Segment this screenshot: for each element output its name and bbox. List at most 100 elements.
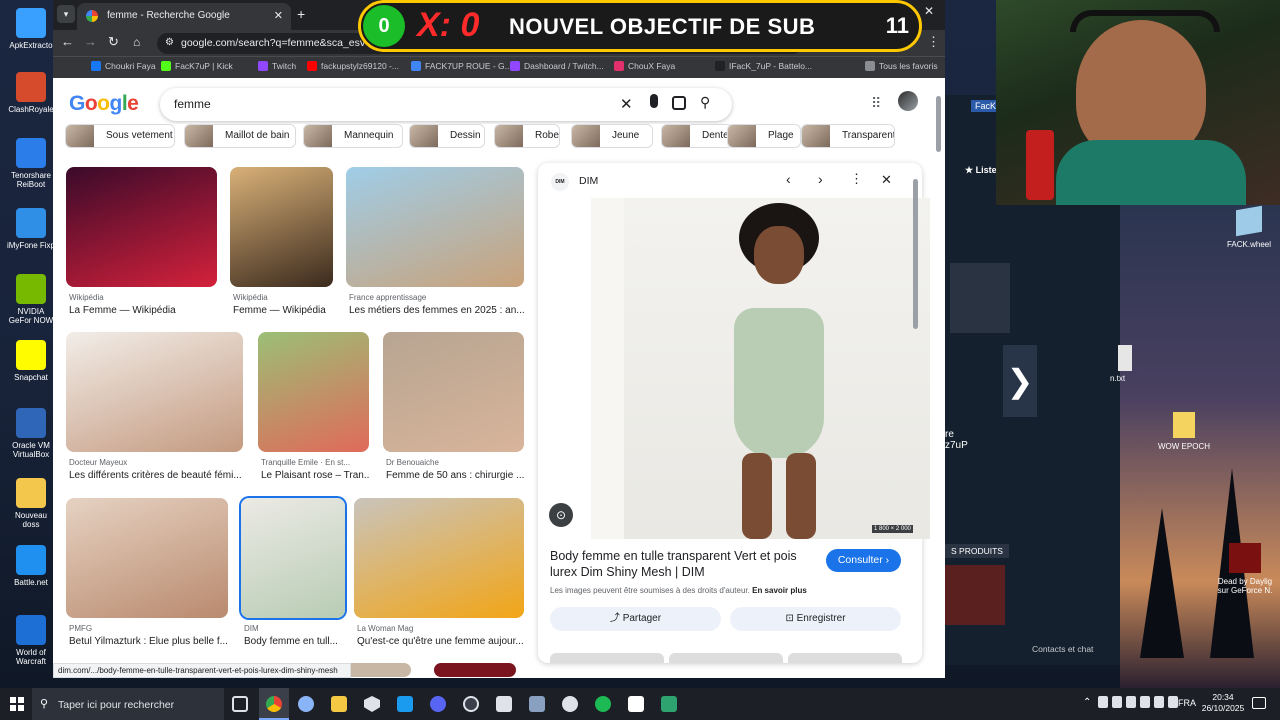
result-title[interactable]: La Femme — Wikipédia	[69, 305, 218, 316]
spotify-icon[interactable]	[595, 696, 611, 712]
system-tray-icons[interactable]	[1098, 696, 1188, 710]
close-window-icon[interactable]: ✕	[924, 4, 934, 18]
result-source[interactable]: DIM	[244, 624, 259, 633]
filter-chip[interactable]: Dessin	[409, 124, 485, 148]
filter-chip[interactable]: Transparent	[801, 124, 895, 148]
home-icon[interactable]: ⌂	[133, 35, 140, 49]
related-image-thumb[interactable]	[669, 653, 783, 663]
windows-start-icon[interactable]	[10, 697, 24, 711]
bookmark-item[interactable]: Twitch	[258, 61, 296, 71]
taskbar-chrome-active[interactable]	[259, 688, 289, 720]
save-button[interactable]: ⊡ Enregistrer	[730, 607, 901, 631]
filter-chip[interactable]: Jeune	[571, 124, 653, 148]
result-source[interactable]: Dr Benouaiche	[386, 458, 439, 467]
language-indicator[interactable]: FRA	[1178, 698, 1196, 708]
tab-active[interactable]: femme - Recherche Google ✕	[77, 3, 291, 30]
result-source[interactable]: Wikipédia	[233, 293, 268, 302]
result-title[interactable]: Le Plaisant rose – Tran...	[261, 470, 370, 481]
filter-chip[interactable]: Mannequin	[303, 124, 403, 148]
panel-scrollbar[interactable]	[913, 179, 918, 329]
apps-grid-icon[interactable]	[61, 60, 73, 72]
file-explorer-icon[interactable]	[331, 696, 347, 712]
result-title[interactable]: Femme — Wikipédia	[233, 305, 334, 316]
share-button[interactable]: ⤴ Partager	[550, 607, 721, 631]
discord-icon[interactable]	[430, 696, 446, 712]
page-scrollbar[interactable]	[936, 96, 941, 152]
lens-search-icon[interactable]	[672, 96, 686, 110]
filter-chip[interactable]: Dentelle	[661, 124, 733, 148]
filter-chip[interactable]: Plage	[727, 124, 801, 148]
bookmark-item[interactable]: FACK7UP ROUE - G...	[411, 61, 512, 71]
desktop-icon[interactable]: Tenorshare ReiBoot	[6, 138, 56, 189]
tab-search-icon[interactable]: ▾	[57, 5, 75, 23]
bookmark-item[interactable]: IFacK_7uP - Battelo...	[715, 61, 812, 71]
background-window-contacts[interactable]: Contacts et chat	[1032, 644, 1093, 654]
search-icon[interactable]: ⚲	[700, 94, 710, 111]
result-image[interactable]	[66, 498, 228, 618]
bookmark-item[interactable]: fackupstylz69120 -...	[307, 61, 399, 71]
desktop-icon[interactable]: NVIDIA GeFor NOW	[6, 274, 56, 325]
search-input[interactable]: femme	[174, 97, 211, 111]
desktop-icon[interactable]: Battle.net	[6, 545, 56, 587]
result-image[interactable]	[258, 332, 369, 452]
result-image[interactable]	[66, 332, 243, 452]
clock[interactable]: 20:34 26/10/2025	[1198, 692, 1248, 714]
desktop-icon[interactable]: ClashRoyale	[6, 72, 56, 114]
panel-source[interactable]: DIM	[579, 175, 598, 187]
account-avatar[interactable]	[898, 91, 918, 111]
close-tab-icon[interactable]: ✕	[274, 9, 283, 22]
filter-chip[interactable]: Sous vetement	[65, 124, 175, 148]
result-source[interactable]: La Woman Mag	[357, 624, 413, 633]
related-image-thumb[interactable]	[550, 653, 664, 663]
forward-icon[interactable]: →	[84, 34, 97, 49]
desktop-icon[interactable]: Snapchat	[6, 340, 56, 382]
desktop-icon[interactable]: Oracle VM VirtualBox	[6, 408, 56, 459]
xbox-icon[interactable]	[562, 696, 578, 712]
result-title[interactable]: Femme de 50 ans : chirurgie ...	[386, 470, 525, 481]
result-source[interactable]: PMFG	[69, 624, 92, 633]
result-title[interactable]: Les métiers des femmes en 2025 : an...	[349, 305, 525, 316]
text-file-icon[interactable]	[1118, 345, 1132, 371]
desktop-icon-fack-wheel[interactable]: FACK.wheel	[1224, 205, 1274, 249]
chrome-menu-icon[interactable]: ⋮	[927, 34, 940, 50]
google-logo[interactable]: Google	[69, 92, 139, 116]
security-shield-icon[interactable]	[364, 696, 380, 712]
desktop-icon[interactable]: World of Warcraft	[6, 615, 56, 666]
result-source[interactable]: Wikipédia	[69, 293, 104, 302]
filter-chip[interactable]: Maillot de bain	[184, 124, 296, 148]
related-image-thumb[interactable]	[788, 653, 902, 663]
result-title[interactable]: Body femme en tull...	[244, 636, 346, 647]
back-icon[interactable]: ←	[61, 34, 74, 49]
filter-chip[interactable]: Robe	[494, 124, 560, 148]
next-image-icon[interactable]: ›	[818, 171, 823, 187]
result-image[interactable]	[354, 498, 524, 618]
learn-more-link[interactable]: En savoir plus	[752, 586, 807, 595]
desktop-icon-wow-epoch[interactable]: WOW EPOCH	[1154, 412, 1214, 451]
desktop-icon[interactable]: Nouveau doss	[6, 478, 56, 529]
site-info-icon[interactable]: ⚙	[165, 37, 174, 48]
result-title[interactable]: Qu'est-ce qu'être une femme aujour...	[357, 636, 525, 647]
show-hidden-icons[interactable]: ⌃	[1083, 697, 1091, 708]
result-source[interactable]: Tranquille Emile · En st...	[261, 458, 350, 467]
result-source[interactable]: France apprentissage	[349, 293, 426, 302]
search-box[interactable]: femme ✕ ⚲	[160, 88, 732, 121]
result-title[interactable]: Betul Yilmazturk : Élue plus belle f...	[69, 636, 229, 647]
steam-icon[interactable]	[397, 696, 413, 712]
result-image[interactable]	[346, 167, 524, 287]
preview-image[interactable]	[624, 198, 930, 539]
google-apps-icon[interactable]: ⠿	[871, 95, 881, 112]
panel-title[interactable]: Body femme en tulle transparent Vert et …	[550, 548, 810, 580]
result-image[interactable]	[66, 167, 217, 287]
bookmark-item[interactable]: Choukri Faya	[91, 61, 156, 71]
bookmark-item[interactable]: Dashboard / Twitch...	[510, 61, 604, 71]
more-options-icon[interactable]: ⋮	[850, 171, 863, 187]
result-image[interactable]	[383, 332, 524, 452]
notion-icon[interactable]	[628, 696, 644, 712]
lens-visual-search-icon[interactable]: ⊙	[549, 503, 573, 527]
previous-image-icon[interactable]: ‹	[786, 171, 791, 187]
notification-icon[interactable]	[1252, 697, 1266, 709]
bookmark-item[interactable]: ChouX Faya	[614, 61, 675, 71]
dbd-taskbar-icon[interactable]	[496, 696, 512, 712]
clear-search-icon[interactable]: ✕	[620, 95, 633, 113]
result-image[interactable]	[434, 663, 516, 677]
